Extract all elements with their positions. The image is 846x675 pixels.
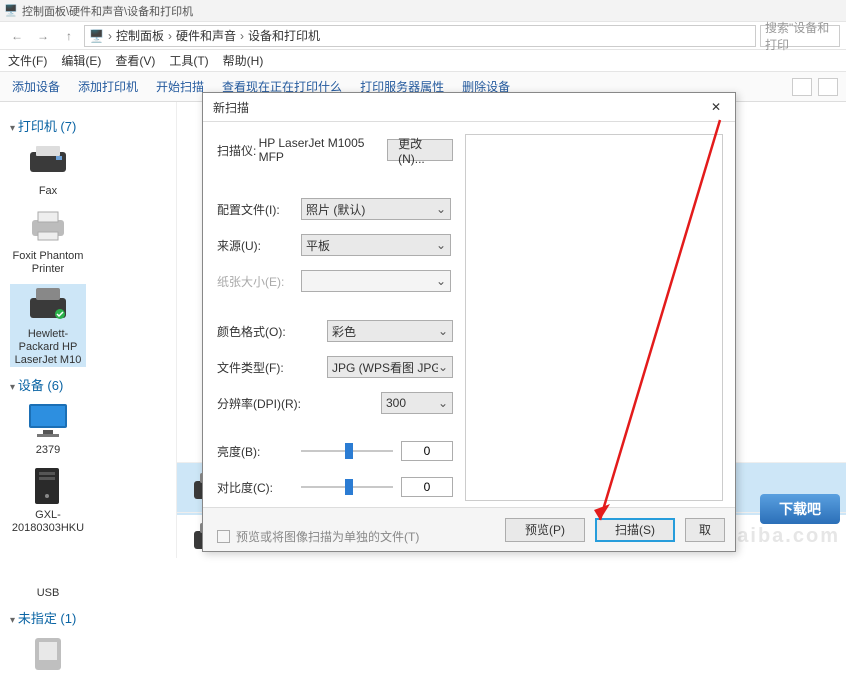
- scanner-label: 扫描仪:: [217, 142, 259, 159]
- separate-files-checkbox[interactable]: 预览或将图像扫描为单独的文件(T): [217, 528, 453, 545]
- device-label: GXL-20180303HKU: [10, 509, 86, 535]
- cmd-start-scan[interactable]: 开始扫描: [156, 78, 204, 95]
- control-panel-icon: 🖥️: [4, 4, 18, 18]
- menu-tools[interactable]: 工具(T): [169, 52, 208, 69]
- scan-button[interactable]: 扫描(S): [595, 518, 675, 542]
- separate-files-label: 预览或将图像扫描为单独的文件(T): [236, 528, 419, 545]
- search-input[interactable]: 搜索"设备和打印: [760, 25, 840, 47]
- brightness-label: 亮度(B):: [217, 443, 301, 460]
- contrast-slider[interactable]: [301, 477, 393, 497]
- device-pane: 打印机 (7) Fax Foxit Phantom Printer Hewlet…: [0, 102, 176, 558]
- window-titlebar: 🖥️ 控制面板\硬件和声音\设备和打印机: [0, 0, 846, 22]
- change-scanner-button[interactable]: 更改(N)...: [387, 139, 453, 161]
- search-placeholder: 搜索"设备和打印: [765, 19, 835, 53]
- profile-select[interactable]: 照片 (默认): [301, 198, 451, 220]
- device-label: USB: [37, 587, 60, 600]
- device-label: Hewlett-Packard HP LaserJet M10: [10, 328, 86, 367]
- device-label: Foxit Phantom Printer: [10, 250, 86, 276]
- checkbox-icon: [217, 530, 230, 543]
- nav-forward-button[interactable]: →: [32, 25, 54, 47]
- close-button[interactable]: ✕: [707, 98, 725, 116]
- nav-up-button[interactable]: ↑: [58, 25, 80, 47]
- menu-file[interactable]: 文件(F): [8, 52, 47, 69]
- breadcrumb-item[interactable]: 设备和打印机: [248, 27, 320, 44]
- filetype-label: 文件类型(F):: [217, 359, 301, 376]
- address-bar: ← → ↑ 🖥️ › 控制面板 › 硬件和声音 › 设备和打印机 搜索"设备和打…: [0, 22, 846, 50]
- download-badge: 下载吧: [760, 494, 840, 524]
- monitor-icon: [20, 400, 76, 442]
- papersize-select: [301, 270, 451, 292]
- color-format-select[interactable]: 彩色: [327, 320, 453, 342]
- chevron-right-icon: ›: [240, 29, 244, 43]
- device-item-monitor[interactable]: 2379: [10, 400, 86, 457]
- pc-tower-icon: [20, 465, 76, 507]
- menu-help[interactable]: 帮助(H): [223, 52, 264, 69]
- cmd-add-device[interactable]: 添加设备: [12, 78, 60, 95]
- menu-view[interactable]: 查看(V): [115, 52, 155, 69]
- source-label: 来源(U):: [217, 237, 301, 254]
- breadcrumb[interactable]: 🖥️ › 控制面板 › 硬件和声音 › 设备和打印机: [84, 25, 756, 47]
- device-label: Fax: [39, 185, 57, 198]
- dialog-titlebar: 新扫描 ✕: [203, 93, 735, 121]
- brightness-slider[interactable]: [301, 441, 393, 461]
- mfp-icon: [20, 284, 76, 326]
- device-item-foxit[interactable]: Foxit Phantom Printer: [10, 206, 86, 276]
- usb-icon: [20, 543, 76, 585]
- filetype-select[interactable]: JPG (WPS看图 JPG 图片文: [327, 356, 453, 378]
- contrast-value[interactable]: [401, 477, 453, 497]
- papersize-label: 纸张大小(E):: [217, 273, 301, 290]
- fax-icon: [20, 141, 76, 183]
- device-item-tower[interactable]: GXL-20180303HKU: [10, 465, 86, 535]
- help-button[interactable]: [818, 78, 838, 96]
- chevron-right-icon: ›: [168, 29, 172, 43]
- device-item-usb[interactable]: USB: [10, 543, 86, 600]
- section-devices-header[interactable]: 设备 (6): [10, 375, 166, 394]
- preview-button[interactable]: 预览(P): [505, 518, 585, 542]
- breadcrumb-item[interactable]: 控制面板: [116, 27, 164, 44]
- chevron-right-icon: ›: [108, 29, 112, 43]
- profile-label: 配置文件(I):: [217, 201, 301, 218]
- breadcrumb-root-icon: 🖥️: [89, 29, 104, 43]
- window-title: 控制面板\硬件和声音\设备和打印机: [22, 3, 193, 19]
- color-format-label: 颜色格式(O):: [217, 323, 301, 340]
- device-item-unspecified[interactable]: [10, 633, 86, 675]
- cmd-add-printer[interactable]: 添加打印机: [78, 78, 138, 95]
- view-options-button[interactable]: [792, 78, 812, 96]
- dialog-title: 新扫描: [213, 99, 249, 116]
- generic-device-icon: [20, 633, 76, 675]
- source-select[interactable]: 平板: [301, 234, 451, 256]
- dialog-form: 扫描仪: HP LaserJet M1005 MFP 更改(N)... 配置文件…: [203, 122, 465, 507]
- cancel-button[interactable]: 取: [685, 518, 725, 542]
- dpi-spinner[interactable]: 300: [381, 392, 453, 414]
- breadcrumb-item[interactable]: 硬件和声音: [176, 27, 236, 44]
- printer-icon: [20, 206, 76, 248]
- scanner-name: HP LaserJet M1005 MFP: [259, 136, 376, 164]
- brightness-value[interactable]: [401, 441, 453, 461]
- menu-bar: 文件(F) 编辑(E) 查看(V) 工具(T) 帮助(H): [0, 50, 846, 72]
- dpi-label: 分辨率(DPI)(R):: [217, 395, 317, 412]
- preview-pane: [465, 134, 723, 501]
- contrast-label: 对比度(C):: [217, 479, 301, 496]
- section-printers-header[interactable]: 打印机 (7): [10, 116, 166, 135]
- new-scan-dialog: 新扫描 ✕ 扫描仪: HP LaserJet M1005 MFP 更改(N)..…: [202, 92, 736, 552]
- device-item-fax[interactable]: Fax: [10, 141, 86, 198]
- nav-back-button[interactable]: ←: [6, 25, 28, 47]
- section-unspecified-header[interactable]: 未指定 (1): [10, 608, 166, 627]
- device-label: 2379: [36, 444, 60, 457]
- device-item-hp-mfp[interactable]: Hewlett-Packard HP LaserJet M10: [10, 284, 86, 367]
- menu-edit[interactable]: 编辑(E): [61, 52, 101, 69]
